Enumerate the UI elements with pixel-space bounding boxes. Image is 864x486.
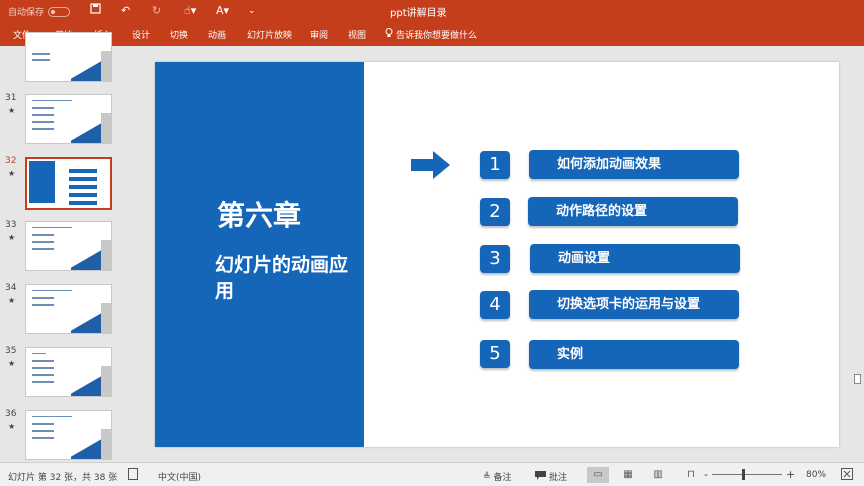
slide-thumbnail-36[interactable] [25, 410, 112, 460]
item-number: 3 [480, 245, 510, 273]
slide-thumbnail-35[interactable] [25, 347, 112, 397]
toc-item[interactable]: 实例 [529, 340, 739, 369]
autosave-switch[interactable] [48, 6, 71, 17]
slide-count: 幻灯片 第 32 张，共 38 张 [8, 473, 118, 483]
document-title: ppt讲解目录 [390, 8, 447, 19]
lightbulb-icon [385, 28, 393, 41]
status-bar: 幻灯片 第 32 张，共 38 张 中文(中国) ≜ 备注 批注 ▭ ▦ ▥ ⊓… [0, 462, 864, 486]
tab-slideshow[interactable]: 幻灯片放映 [247, 28, 292, 41]
title-bar: 自动保存 ↶ ↻ ☝▾ A▾ ⌄ ppt讲解目录 [0, 0, 864, 22]
save-icon[interactable] [90, 3, 101, 19]
animation-star-icon: ★ [8, 233, 16, 242]
tab-view[interactable]: 视图 [348, 28, 366, 41]
chapter-subtitle[interactable]: 幻灯片的动画应用 [215, 252, 365, 304]
item-number: 2 [480, 198, 510, 226]
fit-to-window-icon[interactable] [841, 468, 853, 483]
slide-sorter-icon[interactable]: ▦ [617, 467, 639, 483]
tell-me-search[interactable]: 告诉我你想要做什么 [385, 28, 477, 41]
slide-thumbnail-pane[interactable]: 31 ★ 32 ★ 33 ★ 34 ★ 35 ★ 36 ★ [0, 32, 126, 462]
toc-item[interactable]: 如何添加动画效果 [529, 150, 739, 179]
tell-me-label: 告诉我你想要做什么 [396, 31, 478, 41]
comments-button[interactable]: 批注 [535, 470, 567, 483]
slide-thumbnail[interactable] [25, 32, 112, 82]
zoom-slider-handle[interactable] [742, 469, 745, 480]
toc-item[interactable]: 切换选项卡的运用与设置 [529, 290, 739, 319]
ribbon-tabs: 文件 开始 插入 设计 切换 动画 幻灯片放映 审阅 视图 告诉我你想要做什么 [0, 22, 864, 46]
customize-qat-icon[interactable]: ⌄ [248, 3, 256, 19]
autosave-toggle[interactable]: 自动保存 [8, 5, 71, 18]
animation-star-icon: ★ [8, 359, 16, 368]
powerpoint-window: 自动保存 ↶ ↻ ☝▾ A▾ ⌄ ppt讲解目录 文件 开始 插入 设计 切换 … [0, 0, 864, 486]
comment-icon [535, 470, 546, 483]
vertical-scrollbar[interactable] [851, 46, 864, 462]
tab-transitions[interactable]: 切换 [170, 28, 188, 41]
slide-number: 36 [5, 409, 17, 419]
item-number: 5 [480, 340, 510, 368]
font-color-icon[interactable]: A▾ [216, 3, 229, 19]
slide-number: 32 [5, 156, 17, 166]
autosave-label: 自动保存 [8, 8, 45, 18]
spellcheck-icon[interactable] [128, 468, 138, 483]
toc-item[interactable]: 动画设置 [530, 244, 740, 273]
item-number: 4 [480, 291, 510, 319]
scrollbar-thumb[interactable] [854, 374, 861, 384]
zoom-slider[interactable] [712, 474, 782, 475]
animation-star-icon: ★ [8, 169, 16, 178]
tab-design[interactable]: 设计 [132, 28, 150, 41]
comments-label: 批注 [549, 473, 568, 483]
toc-item[interactable]: 动作路径的设置 [528, 197, 738, 226]
notes-icon: ≜ [483, 471, 491, 482]
slideshow-icon[interactable]: ⊓ [680, 467, 702, 483]
slide-number: 34 [5, 283, 17, 293]
slide-number: 33 [5, 220, 17, 230]
animation-star-icon: ★ [8, 296, 16, 305]
current-slide[interactable]: 第六章 幻灯片的动画应用 1 如何添加动画效果 2 动作路径的设置 3 动画设置… [155, 62, 839, 447]
notes-label: 备注 [493, 473, 512, 483]
slide-number: 35 [5, 346, 17, 356]
chapter-title[interactable]: 第六章 [217, 194, 301, 234]
reading-view-icon[interactable]: ▥ [647, 467, 669, 483]
slide-thumbnail-32[interactable] [25, 157, 112, 210]
notes-button[interactable]: ≜ 备注 [483, 470, 512, 484]
item-number: 1 [480, 151, 510, 179]
animation-star-icon: ★ [8, 422, 16, 431]
slide-thumbnail-33[interactable] [25, 221, 112, 271]
slide-thumbnail-34[interactable] [25, 284, 112, 334]
slide-number: 31 [5, 93, 17, 103]
zoom-in-button[interactable]: + [786, 468, 795, 481]
redo-icon[interactable]: ↻ [152, 3, 161, 19]
zoom-level[interactable]: 80% [806, 470, 826, 480]
tab-review[interactable]: 审阅 [310, 28, 328, 41]
zoom-out-button[interactable]: - [704, 468, 708, 481]
slide-thumbnail-31[interactable] [25, 94, 112, 144]
animation-star-icon: ★ [8, 106, 16, 115]
normal-view-icon[interactable]: ▭ [587, 467, 609, 483]
tab-animations[interactable]: 动画 [208, 28, 226, 41]
arrow-right-icon [411, 150, 451, 184]
touch-mode-icon[interactable]: ☝▾ [184, 3, 196, 19]
language-indicator[interactable]: 中文(中国) [158, 470, 201, 483]
undo-icon[interactable]: ↶ [121, 3, 130, 19]
